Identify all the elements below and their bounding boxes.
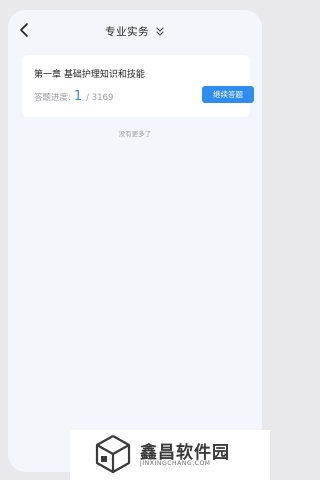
progress-current: 1	[73, 89, 83, 104]
header-bar: 专业实务	[8, 10, 262, 52]
chapter-card[interactable]: 第一章 基础护理知识和技能 答题进度: 1 / 3169 继续答题	[22, 55, 254, 117]
progress-label: 答题进度:	[34, 93, 71, 103]
cube-logo-icon	[95, 435, 131, 474]
chapter-title: 第一章 基础护理知识和技能	[34, 70, 145, 80]
progress-info: 答题进度: 1 / 3169	[34, 89, 113, 104]
no-more-text: 没有更多了	[118, 130, 152, 138]
watermark-url: JINXINGCHANG.COM	[140, 460, 211, 467]
continue-answer-button[interactable]: 继续答题	[202, 86, 254, 103]
double-chevron-down-icon[interactable]	[155, 26, 165, 36]
watermark: 鑫昌软件园 JINXINGCHANG.COM	[70, 430, 270, 480]
title-selector[interactable]: 专业实务	[8, 22, 262, 40]
page-title: 专业实务	[105, 25, 149, 38]
app-screen: 专业实务 第一章 基础护理知识和技能 答题进度: 1 / 3169 继续答题 没…	[8, 10, 262, 472]
progress-total: / 3169	[86, 93, 114, 103]
